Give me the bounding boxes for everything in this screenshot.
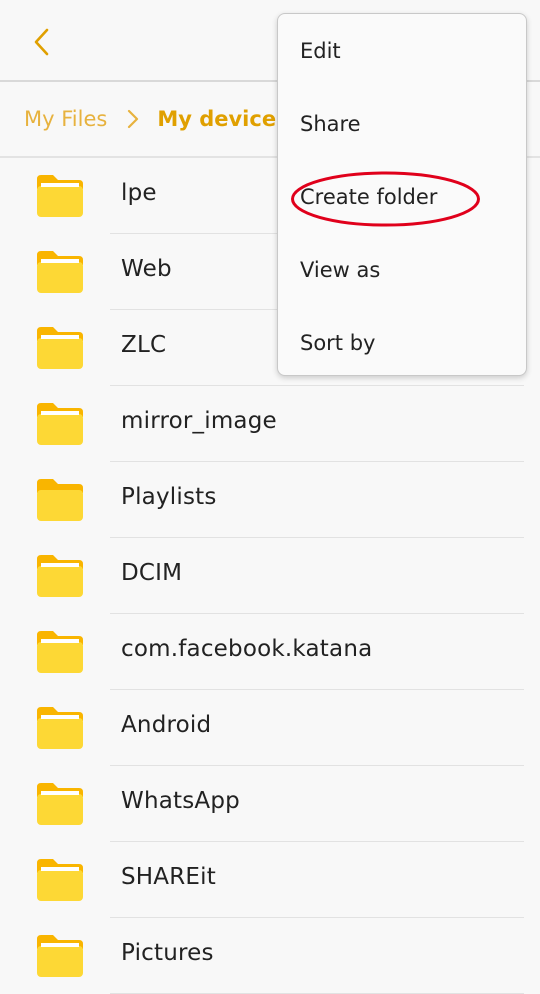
folder-icon	[37, 175, 83, 217]
menu-item-sort-by[interactable]: Sort by	[278, 306, 526, 379]
menu-item-edit[interactable]: Edit	[278, 14, 526, 87]
folder-name: Web	[121, 256, 172, 282]
folder-name: DCIM	[121, 560, 183, 586]
menu-item-create-folder[interactable]: Create folder	[278, 160, 526, 233]
folder-icon	[37, 251, 83, 293]
list-item[interactable]: mirror_image	[0, 386, 540, 462]
list-item[interactable]: Android	[0, 690, 540, 766]
back-button[interactable]	[22, 22, 62, 62]
list-item[interactable]: WhatsApp	[0, 766, 540, 842]
chevron-right-icon	[127, 109, 139, 129]
folder-name: lpe	[121, 180, 157, 206]
list-item[interactable]: Playlists	[0, 462, 540, 538]
list-item[interactable]: DCIM	[0, 538, 540, 614]
chevron-left-icon	[34, 28, 49, 56]
folder-name: mirror_image	[121, 408, 277, 434]
menu-item-view-as[interactable]: View as	[278, 233, 526, 306]
folder-name: WhatsApp	[121, 788, 240, 814]
breadcrumb-my-device[interactable]: My device	[157, 107, 276, 131]
folder-icon	[37, 707, 83, 749]
list-item[interactable]: SHAREit	[0, 842, 540, 918]
folder-icon	[37, 935, 83, 977]
folder-name: Playlists	[121, 484, 217, 510]
overflow-menu: Edit Share Create folder View as Sort by	[277, 13, 527, 376]
breadcrumb-my-files[interactable]: My Files	[24, 107, 107, 131]
folder-name: Pictures	[121, 940, 214, 966]
folder-name: ZLC	[121, 332, 167, 358]
folder-icon	[37, 555, 83, 597]
folder-icon	[37, 783, 83, 825]
folder-icon	[37, 631, 83, 673]
folder-icon	[37, 403, 83, 445]
folder-icon	[37, 479, 83, 521]
folder-icon	[37, 859, 83, 901]
list-item[interactable]: com.facebook.katana	[0, 614, 540, 690]
folder-icon	[37, 327, 83, 369]
folder-name: com.facebook.katana	[121, 636, 373, 662]
menu-item-share[interactable]: Share	[278, 87, 526, 160]
folder-name: Android	[121, 712, 212, 738]
folder-name: SHAREit	[121, 864, 216, 890]
list-item[interactable]: Pictures	[0, 918, 540, 994]
